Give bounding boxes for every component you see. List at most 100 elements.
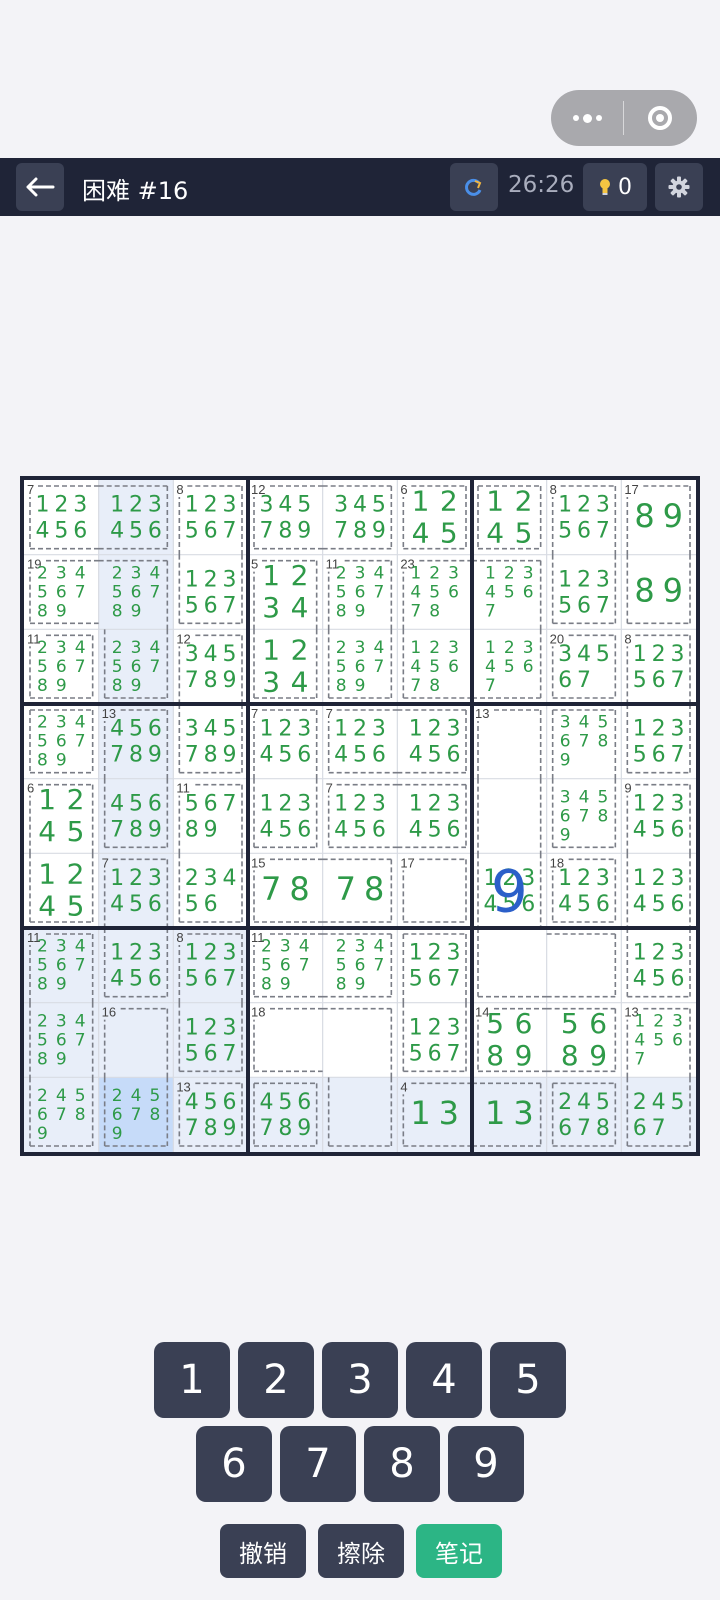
cell-note: 5	[652, 892, 666, 917]
cell-note: 3	[148, 493, 162, 518]
cell-note: 5	[486, 1007, 504, 1040]
cell-note: 4	[149, 563, 160, 583]
cell-note: 9	[131, 676, 142, 696]
notes-button[interactable]: 笔记	[416, 1524, 502, 1578]
cell-note: 4	[485, 657, 496, 677]
cell-note: 9	[56, 751, 67, 771]
back-button[interactable]	[16, 163, 64, 211]
cell-note: 6	[355, 582, 366, 602]
cell-note: 7	[577, 668, 591, 693]
cell-note: 6	[204, 593, 218, 618]
cell-note: 7	[110, 743, 124, 768]
key-1[interactable]: 1	[154, 1342, 230, 1418]
board-cell[interactable]	[472, 778, 547, 854]
key-4[interactable]: 4	[406, 1342, 482, 1418]
cell-note: 2	[353, 791, 367, 816]
cell-note: 8	[597, 806, 608, 826]
cell-note: 9	[148, 743, 162, 768]
cell-note: 1	[558, 493, 572, 518]
cell-note: 8	[129, 817, 143, 842]
board-cell[interactable]	[322, 1002, 398, 1078]
key-5[interactable]: 5	[490, 1342, 566, 1418]
board-cell[interactable]	[546, 1002, 622, 1078]
cell-note: 3	[372, 717, 386, 742]
close-target-icon[interactable]	[624, 106, 696, 130]
undo-button[interactable]: 撤销	[220, 1524, 306, 1578]
board-cell[interactable]	[322, 1077, 398, 1152]
hint-button[interactable]: 0	[583, 163, 647, 211]
cell-note: 2	[204, 941, 218, 966]
cell-note: 7	[579, 806, 590, 826]
board-cell[interactable]	[472, 1077, 547, 1152]
cell-note: 3	[56, 638, 67, 658]
cell-note: 2	[336, 937, 347, 957]
cell-note: 4	[110, 967, 124, 992]
cell-note: 9	[372, 519, 386, 544]
board-cell[interactable]	[322, 853, 398, 928]
key-6[interactable]: 6	[196, 1426, 272, 1502]
restart-button[interactable]	[450, 163, 498, 211]
board-cell[interactable]	[472, 480, 547, 555]
cell-note: 9	[663, 572, 683, 610]
cell-note: 7	[579, 732, 590, 752]
cell-note: 5	[652, 817, 666, 842]
cell-note: 8	[112, 601, 123, 621]
board-cell[interactable]	[546, 928, 622, 1003]
cell-note: 7	[652, 1116, 666, 1141]
cell-note: 3	[523, 563, 534, 583]
cell-note: 6	[428, 1041, 442, 1066]
cell-note: 8	[336, 601, 347, 621]
cell-note: 5	[558, 593, 572, 618]
board-cell[interactable]	[472, 928, 547, 1003]
cell-note: 4	[409, 743, 423, 768]
cell-note: 1	[633, 941, 647, 966]
settings-button[interactable]	[655, 163, 703, 211]
board-cell[interactable]	[24, 853, 99, 928]
cell-note: 4	[486, 516, 504, 549]
cell-note: 1	[334, 717, 348, 742]
key-9[interactable]: 9	[448, 1426, 524, 1502]
cell-note: 6	[204, 1041, 218, 1066]
cell-note: 2	[129, 941, 143, 966]
hint-count: 0	[618, 174, 632, 200]
cell-note: 4	[373, 638, 384, 658]
cell-note: 6	[671, 892, 685, 917]
key-2[interactable]: 2	[238, 1342, 314, 1418]
board-cell[interactable]	[621, 554, 696, 630]
cell-note: 6	[577, 593, 591, 618]
cell-note: 7	[373, 582, 384, 602]
cell-note: 5	[597, 713, 608, 733]
cage-sum: 8	[176, 930, 183, 945]
cell-note: 1	[633, 642, 647, 667]
cell-note: 5	[278, 743, 292, 768]
key-8[interactable]: 8	[364, 1426, 440, 1502]
cell-note: 7	[75, 732, 86, 752]
cell-note: 3	[280, 937, 291, 957]
cell-note: 3	[262, 591, 280, 624]
cell-note: 6	[297, 743, 311, 768]
cell-note: 4	[579, 787, 590, 807]
key-3[interactable]: 3	[322, 1342, 398, 1418]
cell-note: 1	[185, 1015, 199, 1040]
cell-note: 2	[291, 559, 309, 592]
cell-note: 7	[485, 601, 496, 621]
cell-note: 3	[56, 713, 67, 733]
board-cell[interactable]	[248, 629, 323, 704]
cell-note: 5	[561, 1007, 579, 1040]
key-7[interactable]: 7	[280, 1426, 356, 1502]
cell-note: 2	[37, 713, 48, 733]
cell-note: 6	[447, 743, 461, 768]
cell-note: 5	[185, 519, 199, 544]
cell-note: 6	[37, 1105, 48, 1125]
cage-sum: 9	[624, 781, 631, 796]
cell-note: 7	[223, 967, 237, 992]
cell-note: 5	[297, 493, 311, 518]
cell-note: 6	[671, 817, 685, 842]
cell-note: 7	[336, 870, 356, 908]
more-icon[interactable]	[551, 113, 623, 123]
erase-button[interactable]: 擦除	[318, 1524, 404, 1578]
cell-note: 6	[560, 732, 571, 752]
cell-note: 2	[577, 493, 591, 518]
cage-sum: 16	[102, 1005, 116, 1020]
cell-note: 5	[597, 787, 608, 807]
